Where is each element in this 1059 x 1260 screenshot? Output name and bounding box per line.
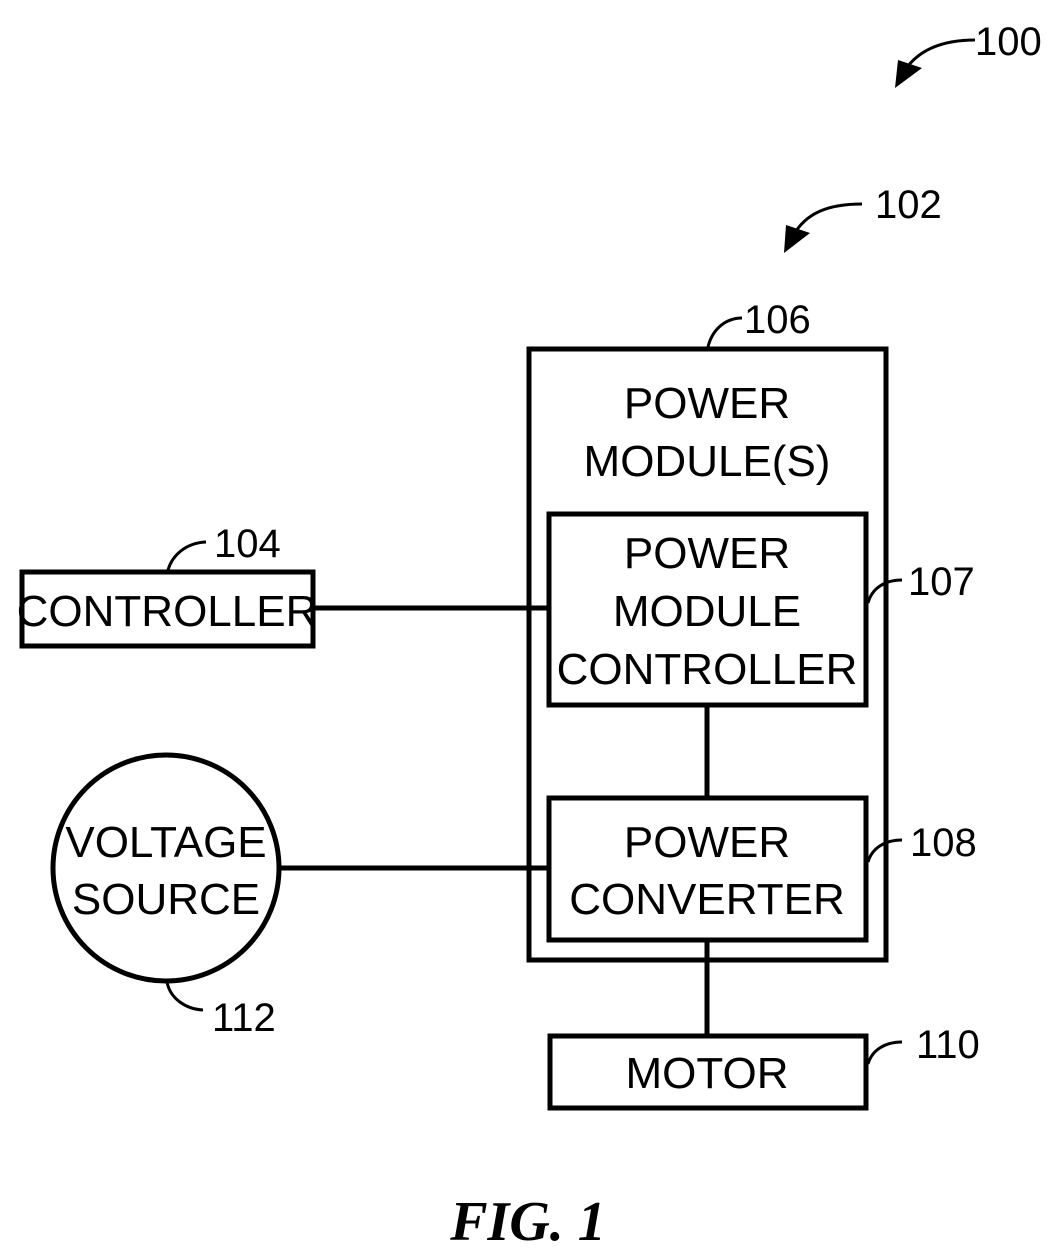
power-converter-block: POWER CONVERTER 108 bbox=[546, 795, 977, 943]
pmc-label-line1: POWER bbox=[624, 529, 790, 578]
converter-label-line1: POWER bbox=[624, 818, 790, 867]
motor-block: MOTOR 110 bbox=[547, 1023, 980, 1111]
motor-ref: 110 bbox=[916, 1023, 980, 1067]
block-diagram: 100 102 POWER MODULE(S) 106 POWER MODULE… bbox=[17, 20, 1042, 1253]
subsystem-ref-pointer: 102 bbox=[784, 183, 942, 253]
system-ref-label: 100 bbox=[975, 20, 1042, 64]
arrowhead-icon bbox=[895, 60, 922, 88]
voltage-source-label-line2: SOURCE bbox=[72, 875, 260, 924]
converter-label-line2: CONVERTER bbox=[569, 875, 844, 924]
voltage-source-label-line1: VOLTAGE bbox=[65, 818, 266, 867]
subsystem-ref-label: 102 bbox=[875, 183, 942, 227]
controller-block: CONTROLLER 104 bbox=[17, 522, 318, 649]
power-modules-label-line2: MODULE(S) bbox=[584, 437, 831, 486]
converter-ref: 108 bbox=[910, 821, 977, 865]
pmc-label-line3: CONTROLLER bbox=[557, 645, 858, 694]
power-modules-ref: 106 bbox=[744, 298, 811, 342]
pmc-ref: 107 bbox=[908, 560, 975, 604]
power-module-controller-block: POWER MODULE CONTROLLER 107 bbox=[546, 511, 975, 708]
motor-label: MOTOR bbox=[626, 1049, 789, 1098]
power-modules-label-line1: POWER bbox=[624, 379, 790, 428]
controller-ref: 104 bbox=[214, 522, 281, 566]
voltage-source-ref: 112 bbox=[212, 996, 276, 1040]
figure-caption: FIG. 1 bbox=[449, 1191, 606, 1253]
system-ref-pointer: 100 bbox=[895, 20, 1042, 88]
controller-label: CONTROLLER bbox=[17, 587, 318, 636]
voltage-source-block: VOLTAGE SOURCE 112 bbox=[50, 752, 282, 1040]
pmc-label-line2: MODULE bbox=[613, 587, 801, 636]
arrowhead-icon bbox=[784, 225, 810, 253]
